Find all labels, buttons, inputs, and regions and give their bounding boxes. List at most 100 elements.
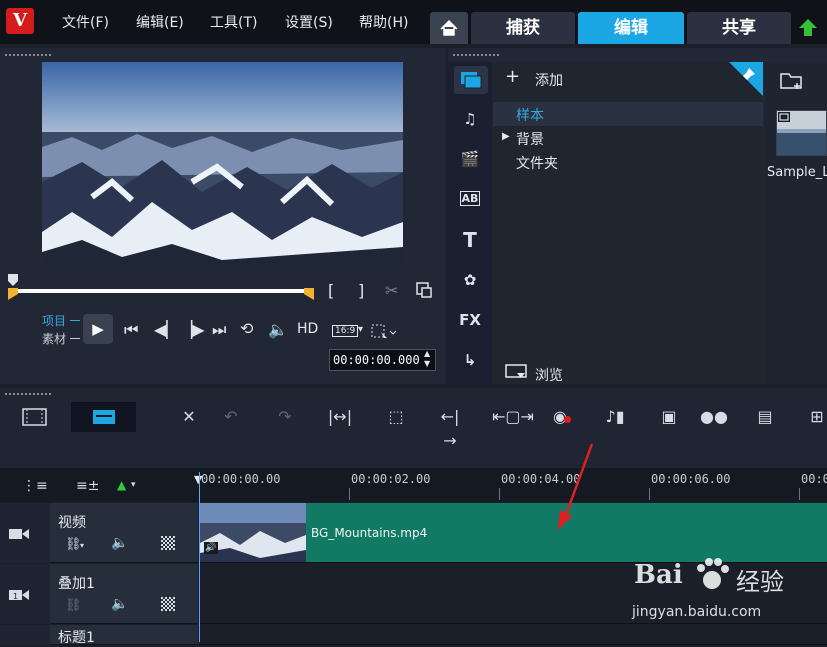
subtitle-editor-icon[interactable]: ▤: [752, 405, 778, 429]
track-name: 叠加1: [58, 576, 95, 592]
trim-in-marker-icon[interactable]: [8, 288, 18, 300]
tab-capture[interactable]: 捕获: [471, 12, 575, 44]
play-button[interactable]: ▶: [83, 314, 113, 344]
tree-expand-icon[interactable]: ▶: [502, 131, 510, 142]
add-track-icon[interactable]: ≡±: [76, 478, 99, 494]
mask-creator-icon[interactable]: ⇤▢⇥: [492, 405, 534, 429]
aspect-ratio-button[interactable]: 16:9: [332, 325, 359, 337]
upgrade-arrow-icon[interactable]: [796, 16, 820, 40]
audio-icon[interactable]: ♫: [456, 106, 484, 132]
previous-frame-icon[interactable]: ◀▏: [154, 320, 179, 339]
mute-icon[interactable]: 🔈: [111, 535, 128, 551]
video-badge-icon: [778, 112, 790, 122]
volume-icon[interactable]: 🔈: [268, 320, 288, 339]
import-folder-icon[interactable]: [780, 70, 804, 90]
sound-mixer-icon[interactable]: ♪▮: [602, 405, 628, 429]
mode-clip-indicator: [70, 338, 80, 339]
repeat-icon[interactable]: ⟲: [240, 319, 253, 338]
panel-grip[interactable]: [4, 392, 52, 396]
watermark-brand: Bai: [634, 560, 683, 590]
track-name: 标题1: [58, 630, 95, 646]
storyboard-view-icon[interactable]: [22, 407, 48, 427]
tree-item-samples[interactable]: 样本: [516, 105, 544, 125]
transparency-icon[interactable]: [161, 597, 175, 611]
mark-out-button[interactable]: ]: [358, 281, 364, 300]
home-tab[interactable]: [430, 12, 468, 44]
go-to-start-icon[interactable]: ⏮: [124, 320, 138, 340]
menu-tools[interactable]: 工具(T): [210, 12, 257, 32]
track-manager-icon[interactable]: ⋮≡: [22, 478, 48, 494]
hd-button[interactable]: HD: [297, 321, 318, 337]
watermark-url: jingyan.baidu.com: [632, 604, 762, 620]
tab-share[interactable]: 共享: [687, 12, 791, 44]
overlay-track-icon[interactable]: 1: [8, 587, 30, 603]
tick-mark: [649, 488, 650, 500]
home-icon: [440, 19, 458, 36]
multicam-icon[interactable]: ●●: [700, 405, 728, 429]
scrub-bar[interactable]: [12, 289, 312, 293]
add-folder-button[interactable]: 添加: [535, 70, 563, 90]
record-dot: [564, 416, 571, 423]
tree-item-folder[interactable]: 文件夹: [516, 153, 558, 173]
tick-mark: [499, 488, 500, 500]
browse-icon[interactable]: [505, 364, 529, 382]
split-clip-icon[interactable]: ✂: [385, 281, 398, 300]
video-track-icon[interactable]: [8, 526, 30, 542]
svg-text:1: 1: [13, 592, 18, 601]
title-icon[interactable]: T: [456, 227, 484, 253]
panel-grip[interactable]: [4, 53, 52, 57]
chapter-marker-icon[interactable]: ▲: [117, 478, 126, 492]
chevron-down-icon[interactable]: ▾: [131, 480, 136, 490]
tab-edit[interactable]: 编辑: [578, 12, 684, 44]
timecode-input[interactable]: 00:00:00.000: [329, 349, 436, 371]
media-icon[interactable]: [459, 70, 483, 90]
split-icon[interactable]: ←|→: [437, 405, 463, 450]
motion-tracking-icon[interactable]: ▣: [656, 405, 682, 429]
panel-grip[interactable]: [452, 53, 500, 57]
menu-help[interactable]: 帮助(H): [359, 12, 408, 32]
transition-icon[interactable]: AB: [456, 186, 484, 212]
tree-item-background[interactable]: 背景: [516, 129, 544, 149]
add-icon[interactable]: +: [505, 66, 520, 87]
audio-badge-icon: 🔊: [204, 542, 218, 554]
trim-out-marker-icon[interactable]: [304, 288, 314, 300]
paw-logo-icon: [697, 558, 729, 589]
path-icon[interactable]: ↳: [456, 347, 484, 373]
redo-icon[interactable]: ↷: [272, 405, 298, 429]
browse-button[interactable]: 浏览: [535, 365, 563, 385]
thumbnail-label: Sample_L: [767, 165, 827, 180]
baidu-watermark: Bai 经验 jingyan.baidu.com: [620, 552, 820, 632]
smart-proxy-icon[interactable]: ⬚: [383, 405, 409, 429]
next-frame-icon[interactable]: ▕▶: [180, 320, 205, 339]
safe-area-icon[interactable]: [371, 323, 397, 341]
fit-project-icon[interactable]: |↔|: [327, 405, 353, 429]
scrub-head-icon[interactable]: [6, 273, 20, 287]
chevron-down-icon[interactable]: ▾: [80, 541, 84, 550]
watermark-brand-suffix: 经验: [736, 568, 784, 596]
graphic-icon[interactable]: ✿: [456, 267, 484, 293]
timecode-spinner[interactable]: ▲ ▼: [424, 349, 430, 369]
go-to-end-icon[interactable]: ⏭: [212, 320, 226, 340]
chevron-down-icon[interactable]: ▾: [358, 324, 363, 335]
mode-clip[interactable]: 素材: [42, 330, 66, 347]
menu-settings[interactable]: 设置(S): [285, 12, 333, 32]
menu-file[interactable]: 文件(F): [62, 12, 109, 32]
transparency-icon[interactable]: [161, 536, 175, 550]
tools-icon[interactable]: ✕: [176, 405, 202, 429]
link-icon[interactable]: ⛓: [65, 598, 82, 613]
menu-edit[interactable]: 编辑(E): [136, 12, 184, 32]
enlarge-preview-icon[interactable]: [416, 282, 432, 298]
instant-project-icon[interactable]: 🎬: [456, 146, 484, 172]
mark-in-button[interactable]: [: [328, 281, 334, 300]
preview-video: [42, 62, 403, 265]
tick-label: 00:00:02.00: [351, 472, 431, 486]
undo-icon[interactable]: ↶: [218, 405, 244, 429]
mute-icon[interactable]: 🔈: [111, 596, 128, 612]
grid-icon[interactable]: ⊞: [804, 405, 827, 429]
tick-label: 00:00:00.00: [201, 472, 281, 486]
mode-project[interactable]: 项目: [42, 312, 66, 329]
fx-icon[interactable]: FX: [456, 307, 484, 333]
pin-icon[interactable]: [729, 62, 763, 96]
timeline-view-icon: [93, 410, 115, 424]
annotation-arrow: [558, 443, 594, 530]
